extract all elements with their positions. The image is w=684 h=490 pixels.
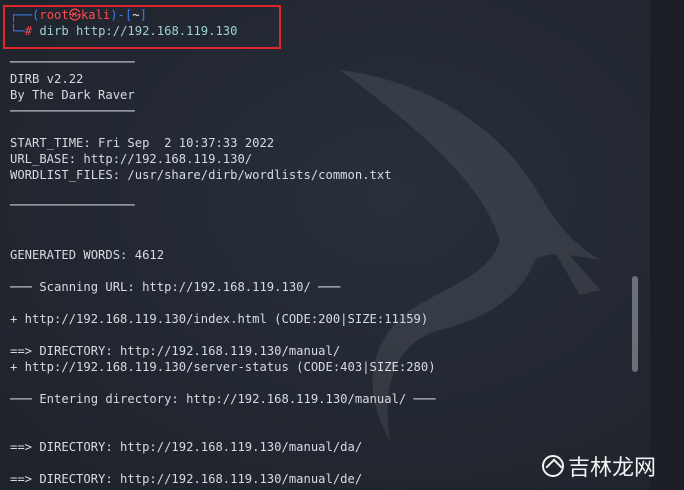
found-server-status: + http://192.168.119.130/server-status (… [10,360,436,374]
banner-author: By The Dark Raver [10,88,135,102]
prompt-line-2[interactable]: └─# dirb http://192.168.119.130 [10,24,237,39]
watermark: 吉林龙网 [542,444,682,488]
prompt-at-symbol: ㉿ [68,8,81,22]
found-index: + http://192.168.119.130/index.html (COD… [10,312,429,326]
url-base: URL_BASE: http://192.168.119.130/ [10,152,253,166]
kali-dragon-icon [340,70,600,440]
rule-line: ───────────────── [10,55,135,69]
watermark-text: 吉林龙网 [568,456,657,481]
prompt-dir-open: )-[ [110,8,133,22]
generated-words: GENERATED WORDS: 4612 [10,248,165,262]
prompt-dir: ~ [132,8,140,22]
prompt-user: root [39,8,69,22]
banner-version: DIRB v2.22 [10,72,84,86]
rule-line: ───────────────── [10,198,135,212]
prompt-hash: # [24,24,33,38]
wordlist-files: WORDLIST_FILES: /usr/share/dirb/wordlist… [10,168,392,182]
terminal-window[interactable]: ┌──(root㉿kali)-[~] └─# dirb http://192.1… [0,0,650,490]
right-panel [650,0,684,490]
prompt-line-1: ┌──(root㉿kali)-[~] [10,8,147,23]
prompt-corner-bottom: └─ [10,24,25,38]
prompt-corner-top: ┌──( [10,8,40,22]
command-text: dirb http://192.168.119.130 [32,24,238,38]
scanning-url: ─── Scanning URL: http://192.168.119.130… [10,280,341,294]
entering-directory: ─── Entering directory: http://192.168.1… [10,392,436,406]
prompt-host: kali [80,8,111,22]
prompt-dir-close: ] [139,8,147,22]
start-time: START_TIME: Fri Sep 2 10:37:33 2022 [10,136,275,150]
watermark-logo-icon [542,455,564,477]
scrollbar-thumb[interactable] [632,276,638,372]
directory-de: ==> DIRECTORY: http://192.168.119.130/ma… [10,472,363,486]
directory-manual: ==> DIRECTORY: http://192.168.119.130/ma… [10,344,341,358]
rule-line: ───────────────── [10,104,135,118]
directory-da: ==> DIRECTORY: http://192.168.119.130/ma… [10,440,363,454]
